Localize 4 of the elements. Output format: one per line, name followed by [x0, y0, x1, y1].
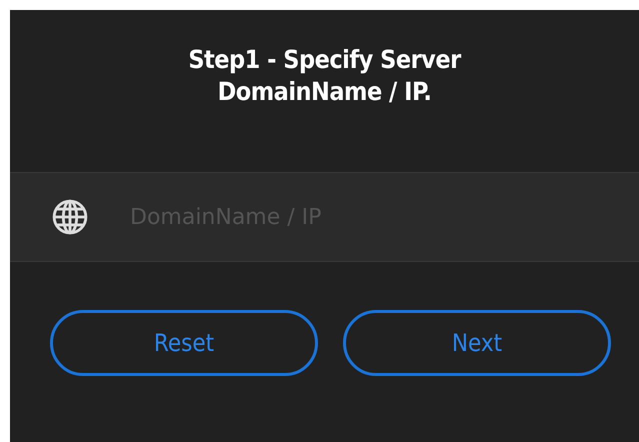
action-button[interactable]: Reset	[50, 310, 318, 376]
globe-icon	[51, 198, 89, 236]
action-button[interactable]: Next	[343, 310, 611, 376]
page-title: Step1 - Specify Server DomainName / IP.	[188, 44, 461, 108]
